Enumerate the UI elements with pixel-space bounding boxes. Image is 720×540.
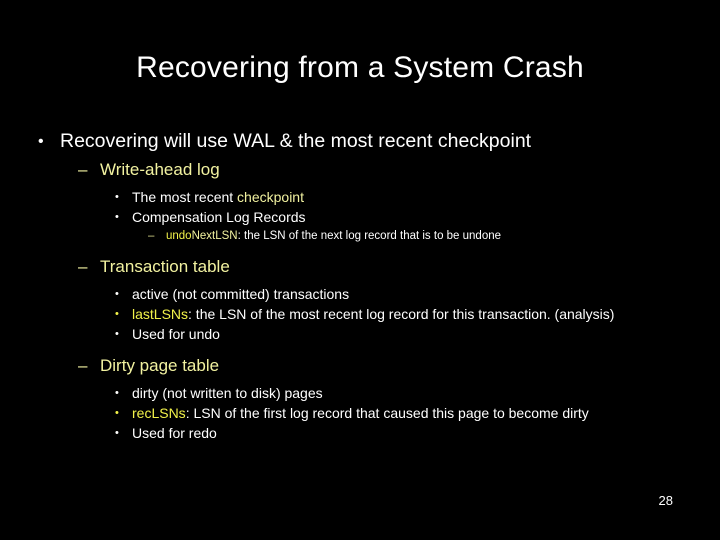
list-item-label: The most recent checkpoint [132,188,720,207]
list-item-dirty-pages[interactable]: • dirty (not written to disk) pages [0,384,720,403]
list-item-text-highlight: undo [166,230,192,242]
list-item-text-plain: The most recent [132,189,238,205]
list-item-label: Transaction table [100,257,230,276]
list-item-write-ahead-log[interactable]: – Write-ahead log [0,158,720,182]
bullet-level3-icon: • [115,407,119,419]
bullet-level2-icon: – [78,160,88,179]
list-item-compensation-log-records[interactable]: • Compensation Log Records [0,208,720,227]
list-item-level1[interactable]: • Recovering will use WAL & the most rec… [0,128,720,155]
bullet-level3-icon: • [115,387,119,399]
list-item-most-recent-checkpoint[interactable]: • The most recent checkpoint [0,188,720,207]
list-item-text-highlight: lastLSNs [132,306,189,322]
list-item-label: Write-ahead log [100,160,220,179]
list-item-active-transactions[interactable]: • active (not committed) transactions [0,285,720,304]
list-item-used-for-redo[interactable]: • Used for redo [0,424,720,443]
slide-body-list: • Recovering will use WAL & the most rec… [0,128,720,444]
page-title: Recovering from a System Crash [136,51,584,84]
list-item-label: Dirty page table [100,356,220,375]
list-item-label: Compensation Log Records [132,209,306,225]
list-item-transaction-table[interactable]: – Transaction table [0,255,720,279]
list-item-text-plain: : the LSN of the most recent log record … [188,306,615,322]
list-item-reclsns[interactable]: • recLSNs: LSN of the first log record t… [0,404,720,423]
bullet-level1-icon: • [38,133,44,150]
bullet-level3-icon: • [115,308,119,320]
list-item-label: undoNextLSN: the LSN of the next log rec… [166,228,720,245]
bullet-level3-icon: • [115,427,119,439]
bullet-level2-icon: – [78,257,88,276]
bullet-level4-icon: – [148,230,155,242]
bullet-level2-icon: – [78,356,88,375]
list-item-lastlsns[interactable]: • lastLSNs: the LSN of the most recent l… [0,305,720,324]
bullet-level3-icon: • [115,288,119,300]
bullet-level3-icon: • [115,211,119,223]
slide-canvas: Recovering from a System Crash • Recover… [0,0,720,540]
list-item-text-highlight: recLSNs [132,405,186,421]
bullet-level3-icon: • [115,191,119,203]
page-number: 28 [658,493,673,508]
list-item-text-highlight: checkpoint [237,189,304,205]
list-item-undonextlsn[interactable]: – undoNextLSN: the LSN of the next log r… [0,228,720,245]
list-item-text-plain: : LSN of the first log record that cause… [185,405,589,421]
list-item-label: dirty (not written to disk) pages [132,385,323,401]
list-item-label: active (not committed) transactions [132,286,350,302]
list-item-label: lastLSNs: the LSN of the most recent log… [132,305,720,324]
bullet-level3-icon: • [115,328,119,340]
list-item-label: recLSNs: LSN of the first log record tha… [132,404,720,423]
list-item-label: Used for redo [132,425,217,441]
list-item-label: Used for undo [132,326,220,342]
list-item-text-highlight-2: NextLSN [191,230,238,242]
list-item-dirty-page-table[interactable]: – Dirty page table [0,354,720,378]
list-item-label: Recovering will use WAL & the most recen… [60,130,532,152]
list-item-used-for-undo[interactable]: • Used for undo [0,325,720,344]
list-item-text-plain: : the LSN of the next log record that is… [237,230,502,242]
